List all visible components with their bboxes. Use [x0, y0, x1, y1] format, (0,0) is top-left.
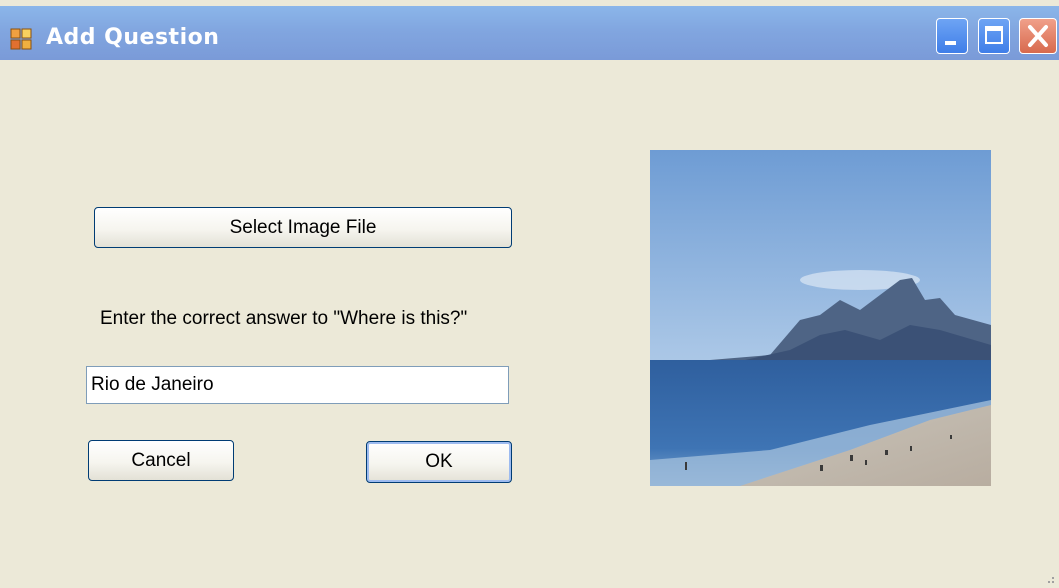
resize-grip-icon[interactable] — [1043, 572, 1055, 584]
app-window-icon — [10, 28, 32, 50]
answer-input[interactable] — [86, 366, 509, 404]
preview-image — [650, 150, 991, 486]
cancel-button[interactable]: Cancel — [88, 440, 234, 481]
title-bar-content: Add Question — [0, 6, 1059, 60]
minimize-button[interactable] — [936, 18, 968, 54]
window-title: Add Question — [46, 25, 220, 50]
select-image-file-button[interactable]: Select Image File — [94, 207, 512, 248]
close-icon — [1028, 25, 1048, 47]
maximize-icon — [985, 26, 1003, 44]
minimize-icon — [945, 41, 956, 45]
close-button[interactable] — [1019, 18, 1057, 54]
answer-prompt-label: Enter the correct answer to "Where is th… — [100, 308, 468, 329]
maximize-button[interactable] — [978, 18, 1010, 54]
ok-button[interactable]: OK — [366, 441, 512, 483]
